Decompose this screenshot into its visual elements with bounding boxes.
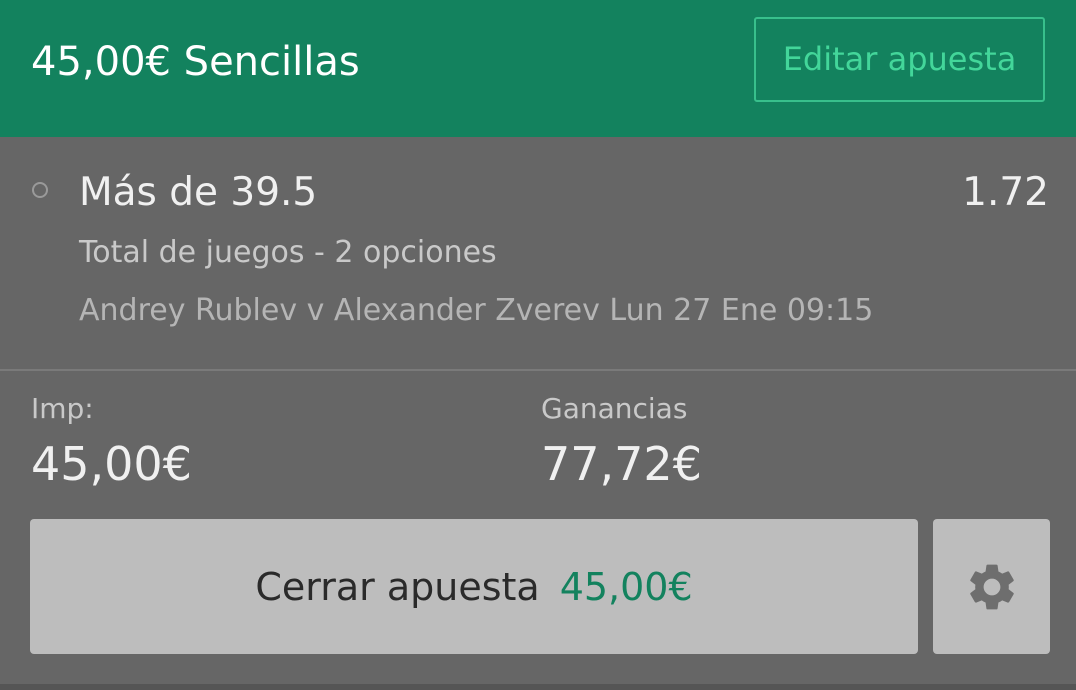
stake-label: Imp:	[31, 392, 94, 425]
bet-summary-title: 45,00€ Sencillas	[31, 39, 360, 85]
returns-label: Ganancias	[541, 392, 688, 425]
radio-unchecked-icon[interactable]	[32, 182, 48, 198]
selection-market: Total de juegos - 2 opciones	[79, 235, 497, 270]
bottom-edge	[0, 684, 1076, 690]
selection-name: Más de 39.5	[79, 170, 318, 215]
selection-odds: 1.72	[962, 170, 1049, 215]
stake-value: 45,00€	[31, 437, 192, 491]
cash-out-settings-button[interactable]	[933, 519, 1050, 654]
cash-out-button[interactable]: Cerrar apuesta 45,00€	[30, 519, 918, 654]
bet-selection: Más de 39.5 1.72 Total de juegos - 2 opc…	[0, 137, 1076, 369]
selection-event: Andrey Rublev v Alexander Zverev Lun 27 …	[79, 293, 874, 328]
returns-value: 77,72€	[541, 437, 702, 491]
gear-icon	[969, 564, 1014, 609]
cash-out-amount: 45,00€	[559, 564, 693, 609]
bet-header: 45,00€ Sencillas Editar apuesta	[0, 0, 1076, 137]
bet-amounts: Imp: 45,00€ Ganancias 77,72€ Cerrar apue…	[0, 371, 1076, 690]
cash-out-label: Cerrar apuesta	[255, 564, 540, 609]
edit-bet-button[interactable]: Editar apuesta	[754, 17, 1045, 102]
